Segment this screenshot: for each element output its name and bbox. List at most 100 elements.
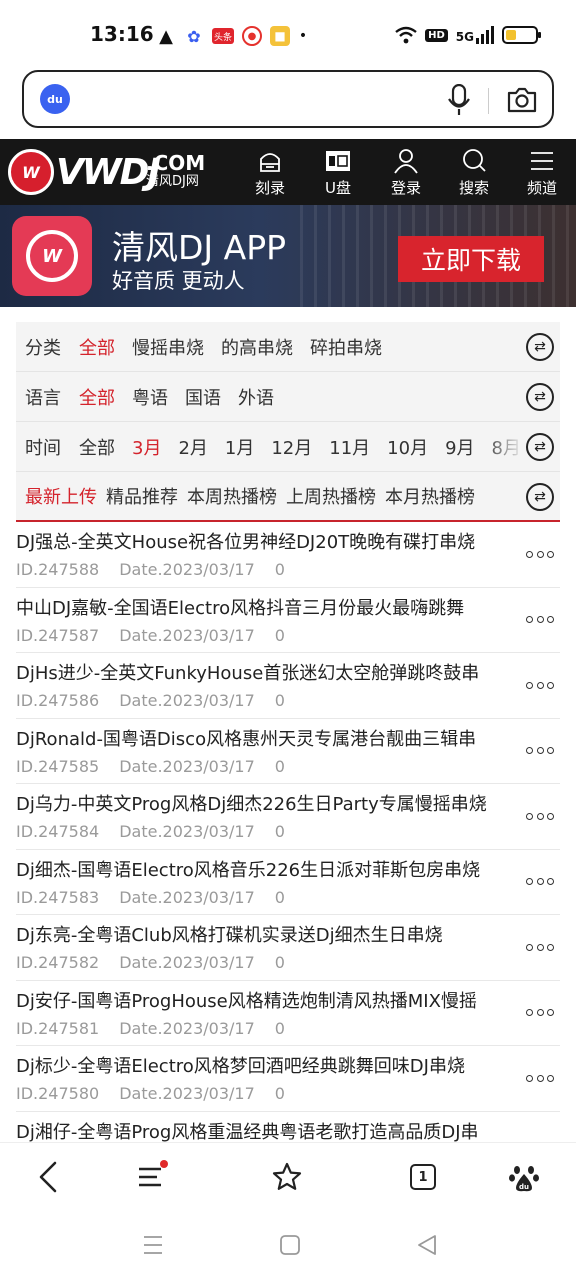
song-title[interactable]: Dj安仔-国粤语ProgHouse风格精选炮制清风热播MIX慢摇 [16, 987, 516, 1013]
tab-month-hot[interactable]: 本月热播榜 [385, 483, 475, 509]
expand-swap-icon[interactable]: ⇄ [526, 483, 554, 511]
filter-category: 分类 全部 慢摇串烧 的高串烧 碎拍串烧 ⇄ [16, 322, 560, 372]
filter-label: 语言 [25, 387, 61, 409]
list-item[interactable]: Dj标少-全粤语Electro风格梦回酒吧经典跳舞回味DJ串烧 ID.24758… [16, 1046, 560, 1112]
song-date: Date.2023/03/17 [119, 691, 255, 710]
list-item[interactable]: Dj安仔-国粤语ProgHouse风格精选炮制清风热播MIX慢摇 ID.2475… [16, 981, 560, 1046]
tab-last-week-hot[interactable]: 上周热播榜 [286, 483, 376, 509]
filter-option[interactable]: 1月 [225, 434, 254, 460]
expand-swap-icon[interactable]: ⇄ [526, 383, 554, 411]
notification-icons: ▲ ✿ 头条 ● ■ • [156, 26, 308, 47]
usb-drive-icon [326, 150, 350, 171]
baidu-home-button[interactable]: du [506, 1159, 542, 1195]
song-date: Date.2023/03/17 [119, 625, 255, 645]
filter-option[interactable]: 3月 [132, 434, 161, 460]
song-id: ID.247587 [16, 625, 100, 645]
bookmark-button[interactable] [269, 1159, 305, 1195]
song-title[interactable]: DJ强总-全英文House祝各位男神经DJ20T晚晚有碟打串烧 [16, 528, 516, 554]
bookmark-star-icon [272, 1162, 302, 1190]
filter-option[interactable]: 粤语 [132, 384, 168, 410]
download-button[interactable]: 立即下载 [398, 236, 544, 282]
filter-option[interactable]: 9月 [445, 434, 474, 460]
app-download-banner[interactable]: W 清风DJ APP 好音质 更动人 立即下载 [0, 205, 576, 307]
search-divider [488, 88, 489, 114]
search-bar[interactable]: du [22, 70, 554, 128]
song-list: DJ强总-全英文House祝各位男神经DJ20T晚晚有碟打串烧 ID.24758… [16, 522, 560, 1152]
microphone-icon[interactable] [448, 84, 470, 116]
search-input[interactable] [84, 82, 444, 118]
song-title[interactable]: DjRonald-国粤语Disco风格惠州天灵专属港台靓曲三辑串 [16, 725, 516, 751]
more-options-icon[interactable] [526, 1068, 554, 1088]
list-item[interactable]: Dj乌力-中英文Prog风格Dj细杰226生日Party专属慢摇串烧 ID.24… [16, 784, 560, 850]
song-meta: ID.247582 Date.2023/03/17 0 [16, 953, 305, 972]
song-id: ID.247582 [16, 953, 100, 972]
nav-login[interactable]: 登录 [372, 139, 440, 205]
list-item[interactable]: 中山DJ嘉敏-全国语Electro风格抖音三月份最火最嗨跳舞 ID.247587… [16, 588, 560, 653]
more-options-icon[interactable] [526, 610, 554, 630]
more-options-icon[interactable] [526, 806, 554, 826]
song-meta: ID.247588 Date.2023/03/17 0 [16, 560, 305, 579]
system-back-icon[interactable] [414, 1232, 440, 1258]
nav-record[interactable]: 刻录 [236, 139, 304, 205]
list-item[interactable]: Dj东亮-全粤语Club风格打碟机实录送Dj细杰生日串烧 ID.247582 Da… [16, 915, 560, 981]
nav-channel[interactable]: 频道 [508, 139, 576, 205]
filter-option[interactable]: 慢摇串烧 [132, 334, 204, 360]
expand-swap-icon[interactable]: ⇄ [526, 333, 554, 361]
nav-search[interactable]: 搜索 [440, 139, 508, 205]
filter-option[interactable]: 碎拍串烧 [310, 334, 382, 360]
tabs-button[interactable]: 1 [405, 1159, 441, 1195]
tab-latest[interactable]: 最新上传 [25, 483, 97, 509]
more-options-icon[interactable] [526, 675, 554, 695]
list-item[interactable]: DjRonald-国粤语Disco风格惠州天灵专属港台靓曲三辑串 ID.2475… [16, 719, 560, 784]
song-meta: ID.247585 Date.2023/03/17 0 [16, 757, 305, 776]
filter-option[interactable]: 的高串烧 [221, 334, 293, 360]
tab-week-hot[interactable]: 本周热播榜 [187, 483, 277, 509]
song-count: 0 [274, 625, 285, 645]
song-title[interactable]: Dj东亮-全粤语Club风格打碟机实录送Dj细杰生日串烧 [16, 921, 516, 947]
song-title[interactable]: Dj标少-全粤语Electro风格梦回酒吧经典跳舞回味DJ串烧 [16, 1052, 516, 1078]
filter-option[interactable]: 10月 [387, 434, 428, 460]
list-item[interactable]: DjHs进少-全英文FunkyHouse首张迷幻太空舱弹跳咚鼓串 ID.2475… [16, 653, 560, 719]
filter-option[interactable]: 全部 [79, 384, 115, 410]
more-options-icon[interactable] [526, 872, 554, 892]
song-id: ID.247584 [16, 822, 100, 841]
song-date: Date.2023/03/17 [119, 953, 255, 972]
song-id: ID.247588 [16, 560, 100, 579]
song-title[interactable]: 中山DJ嘉敏-全国语Electro风格抖音三月份最火最嗨跳舞 [16, 594, 516, 620]
filter-option[interactable]: 12月 [271, 434, 312, 460]
song-title[interactable]: DjHs进少-全英文FunkyHouse首张迷幻太空舱弹跳咚鼓串 [16, 659, 516, 685]
recent-apps-icon[interactable] [140, 1232, 166, 1258]
song-count: 0 [274, 1084, 285, 1103]
song-title[interactable]: Dj细杰-国粤语Electro风格音乐226生日派对菲斯包房串烧 [16, 856, 516, 882]
site-logo[interactable]: W VWDJ .COM 清风DJ网 [8, 149, 205, 195]
filter-option[interactable]: 全部 [79, 334, 115, 360]
expand-swap-icon[interactable]: ⇄ [526, 433, 554, 461]
song-date: Date.2023/03/17 [119, 887, 255, 907]
camera-icon[interactable] [506, 84, 538, 116]
list-item[interactable]: Dj细杰-国粤语Electro风格音乐226生日派对菲斯包房串烧 ID.2475… [16, 850, 560, 915]
filter-option[interactable]: 外语 [238, 384, 274, 410]
song-date: Date.2023/03/17 [119, 1084, 255, 1103]
banner-title: 清风DJ APP [112, 228, 287, 267]
song-title[interactable]: Dj乌力-中英文Prog风格Dj细杰226生日Party专属慢摇串烧 [16, 790, 516, 816]
menu-button[interactable] [134, 1159, 170, 1195]
song-date: Date.2023/03/17 [119, 1018, 255, 1038]
filter-option[interactable]: 2月 [178, 434, 207, 460]
tab-recommended[interactable]: 精品推荐 [106, 483, 178, 509]
more-options-icon[interactable] [526, 544, 554, 564]
nav-label: 登录 [390, 178, 421, 197]
filter-option[interactable]: 全部 [79, 434, 115, 460]
filter-option[interactable]: 国语 [185, 384, 221, 410]
list-item[interactable]: DJ强总-全英文House祝各位男神经DJ20T晚晚有碟打串烧 ID.24758… [16, 522, 560, 588]
more-options-icon[interactable] [526, 1003, 554, 1023]
song-title[interactable]: Dj湘仔-全粤语Prog风格重温经典粤语老歌打造高品质DJ串 [16, 1118, 516, 1144]
nav-usb[interactable]: U盘 [304, 139, 372, 205]
more-options-icon[interactable] [526, 741, 554, 761]
logo-com: .COM [146, 151, 206, 175]
back-button[interactable] [30, 1159, 66, 1195]
filter-option[interactable]: 11月 [329, 434, 370, 460]
song-date: Date.2023/03/17 [119, 560, 255, 579]
notification-dot [160, 1160, 168, 1168]
home-icon[interactable] [277, 1232, 303, 1258]
more-options-icon[interactable] [526, 937, 554, 957]
